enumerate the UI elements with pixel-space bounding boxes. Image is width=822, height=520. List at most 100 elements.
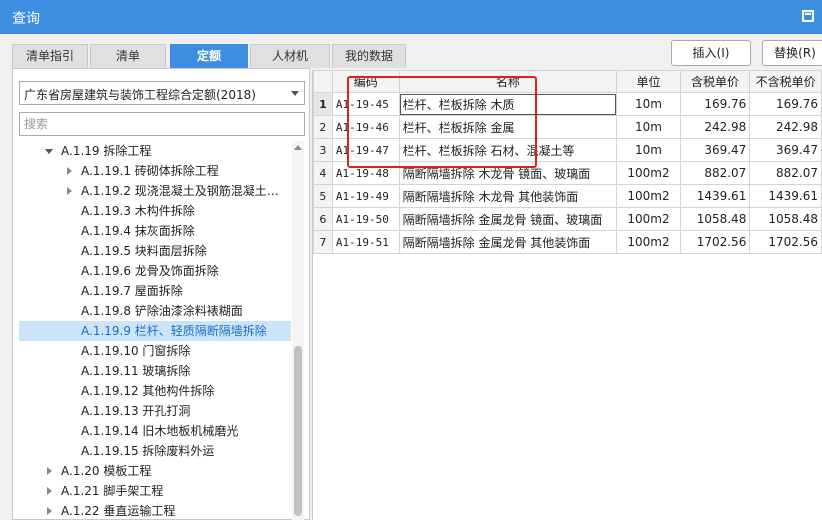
tree-item[interactable]: A.1.19.10 门窗拆除 <box>19 341 291 361</box>
expand-closed-icon[interactable] <box>47 487 52 495</box>
column-header-code[interactable]: 编码 <box>331 70 400 93</box>
cell-price-notax[interactable]: 1439.61 <box>749 184 822 208</box>
row-number[interactable]: 6 <box>313 207 333 231</box>
cell-price-tax[interactable]: 242.98 <box>679 115 751 139</box>
tree-item[interactable]: A.1.19.6 龙骨及饰面拆除 <box>19 261 291 281</box>
table-row[interactable]: 7 A1-19-51 隔断隔墙拆除 金属龙骨 其他装饰面 100m2 1702.… <box>313 230 822 254</box>
results-grid: 编码 名称 单位 含税单价 不含税单价 1 A1-19-45 栏杆、栏板拆除 木… <box>312 70 822 520</box>
column-header-unit[interactable]: 单位 <box>616 70 681 93</box>
table-row[interactable]: 6 A1-19-50 隔断隔墙拆除 金属龙骨 镜面、玻璃面 100m2 1058… <box>313 207 822 231</box>
tab-quota[interactable]: 定额 <box>170 44 248 68</box>
row-number[interactable]: 3 <box>313 138 333 162</box>
tree-item[interactable]: A.1.19.4 抹灰面拆除 <box>19 221 291 241</box>
search-input[interactable] <box>19 112 305 136</box>
tree-scrollbar[interactable] <box>292 141 304 520</box>
table-row[interactable]: 4 A1-19-48 隔断隔墙拆除 木龙骨 镜面、玻璃面 100m2 882.0… <box>313 161 822 185</box>
scroll-up-icon[interactable] <box>294 145 302 150</box>
cell-price-notax[interactable]: 1702.56 <box>749 230 822 254</box>
tree-item[interactable]: A.1.19.13 开孔打洞 <box>19 401 291 421</box>
cell-name[interactable]: 隔断隔墙拆除 金属龙骨 其他装饰面 <box>398 230 618 254</box>
expand-closed-icon[interactable] <box>67 187 72 195</box>
cell-code[interactable]: A1-19-47 <box>331 138 400 162</box>
cell-price-notax[interactable]: 242.98 <box>749 115 822 139</box>
cell-price-notax[interactable]: 882.07 <box>749 161 822 185</box>
cell-price-tax[interactable]: 1439.61 <box>679 184 751 208</box>
category-tree: A.1.19 拆除工程 A.1.19.1 砖砌体拆除工程 A.1.19.2 现浇… <box>19 141 291 520</box>
cell-name[interactable]: 隔断隔墙拆除 木龙骨 镜面、玻璃面 <box>398 161 618 185</box>
tree-item[interactable]: A.1.22 垂直运输工程 <box>19 501 291 520</box>
tree-item[interactable]: A.1.19.1 砖砌体拆除工程 <box>19 161 291 181</box>
cell-unit[interactable]: 10m <box>616 92 681 116</box>
tree-item[interactable]: A.1.19.12 其他构件拆除 <box>19 381 291 401</box>
tab-list-guide[interactable]: 清单指引 <box>12 44 88 68</box>
expand-closed-icon[interactable] <box>47 467 52 475</box>
tree-item[interactable]: A.1.19.11 玻璃拆除 <box>19 361 291 381</box>
row-number[interactable]: 7 <box>313 230 333 254</box>
maximize-icon[interactable] <box>802 10 814 22</box>
cell-code[interactable]: A1-19-46 <box>331 115 400 139</box>
insert-button[interactable]: 插入(I) <box>671 40 751 66</box>
expand-closed-icon[interactable] <box>67 167 72 175</box>
tree-item[interactable]: A.1.19.2 现浇混凝土及钢筋混凝土… <box>19 181 291 201</box>
tree-item[interactable]: A.1.21 脚手架工程 <box>19 481 291 501</box>
row-number[interactable]: 2 <box>313 115 333 139</box>
column-header-price-notax[interactable]: 不含税单价 <box>749 70 822 93</box>
table-row[interactable]: 2 A1-19-46 栏杆、栏板拆除 金属 10m 242.98 242.98 <box>313 115 822 139</box>
cell-name[interactable]: 隔断隔墙拆除 金属龙骨 镜面、玻璃面 <box>398 207 618 231</box>
cell-unit[interactable]: 10m <box>616 115 681 139</box>
tab-my-data[interactable]: 我的数据 <box>332 44 406 68</box>
cell-name[interactable]: 栏杆、栏板拆除 金属 <box>398 115 618 139</box>
library-select-value: 广东省房屋建筑与装饰工程综合定额(2018) <box>24 88 256 102</box>
expand-open-icon[interactable] <box>45 149 53 154</box>
tree-item[interactable]: A.1.20 模板工程 <box>19 461 291 481</box>
cell-price-notax[interactable]: 369.47 <box>749 138 822 162</box>
cell-name[interactable]: 隔断隔墙拆除 木龙骨 其他装饰面 <box>398 184 618 208</box>
cell-name[interactable]: 栏杆、栏板拆除 木质 <box>398 92 618 116</box>
cell-name[interactable]: 栏杆、栏板拆除 石材、混凝土等 <box>398 138 618 162</box>
expand-closed-icon[interactable] <box>47 507 52 515</box>
scrollbar-thumb[interactable] <box>294 346 302 516</box>
cell-price-tax[interactable]: 1702.56 <box>679 230 751 254</box>
cell-code[interactable]: A1-19-51 <box>331 230 400 254</box>
cell-price-tax[interactable]: 882.07 <box>679 161 751 185</box>
replace-button[interactable]: 替换(R) <box>762 40 822 66</box>
cell-price-notax[interactable]: 1058.48 <box>749 207 822 231</box>
table-row[interactable]: 1 A1-19-45 栏杆、栏板拆除 木质 10m 169.76 169.76 <box>313 92 822 116</box>
cell-unit[interactable]: 10m <box>616 138 681 162</box>
tree-item[interactable]: A.1.19.15 拆除废料外运 <box>19 441 291 461</box>
cell-unit[interactable]: 100m2 <box>616 184 681 208</box>
row-number[interactable]: 1 <box>313 92 333 116</box>
tab-list[interactable]: 清单 <box>90 44 166 68</box>
tree-item[interactable]: A.1.19.14 旧木地板机械磨光 <box>19 421 291 441</box>
cell-unit[interactable]: 100m2 <box>616 230 681 254</box>
table-header-row: 编码 名称 单位 含税单价 不含税单价 <box>313 70 822 93</box>
tree-item-selected[interactable]: A.1.19.9 栏杆、轻质隔断隔墙拆除 <box>19 321 291 341</box>
column-header-price-tax[interactable]: 含税单价 <box>679 70 751 93</box>
cell-price-notax[interactable]: 169.76 <box>749 92 822 116</box>
row-number[interactable]: 4 <box>313 161 333 185</box>
cell-price-tax[interactable]: 369.47 <box>679 138 751 162</box>
tree-item[interactable]: A.1.19.8 铲除油漆涂料裱糊面 <box>19 301 291 321</box>
left-panel: 广东省房屋建筑与装饰工程综合定额(2018) A.1.19 拆除工程 A.1.1… <box>12 68 310 520</box>
tree-item[interactable]: A.1.19.3 木构件拆除 <box>19 201 291 221</box>
table-row[interactable]: 3 A1-19-47 栏杆、栏板拆除 石材、混凝土等 10m 369.47 36… <box>313 138 822 162</box>
quota-table: 编码 名称 单位 含税单价 不含税单价 1 A1-19-45 栏杆、栏板拆除 木… <box>313 70 822 254</box>
cell-code[interactable]: A1-19-50 <box>331 207 400 231</box>
cell-code[interactable]: A1-19-49 <box>331 184 400 208</box>
cell-code[interactable]: A1-19-45 <box>331 92 400 116</box>
table-row[interactable]: 5 A1-19-49 隔断隔墙拆除 木龙骨 其他装饰面 100m2 1439.6… <box>313 184 822 208</box>
tree-item[interactable]: A.1.19 拆除工程 <box>19 141 291 161</box>
tab-materials[interactable]: 人材机 <box>250 44 330 68</box>
cell-unit[interactable]: 100m2 <box>616 161 681 185</box>
library-select[interactable]: 广东省房屋建筑与装饰工程综合定额(2018) <box>19 81 305 105</box>
cell-price-tax[interactable]: 169.76 <box>679 92 751 116</box>
window-title: 查询 <box>12 11 40 27</box>
cell-code[interactable]: A1-19-48 <box>331 161 400 185</box>
cell-unit[interactable]: 100m2 <box>616 207 681 231</box>
tree-item[interactable]: A.1.19.5 块料面层拆除 <box>19 241 291 261</box>
cell-price-tax[interactable]: 1058.48 <box>679 207 751 231</box>
row-number[interactable]: 5 <box>313 184 333 208</box>
column-header-name[interactable]: 名称 <box>398 70 618 93</box>
tree-item[interactable]: A.1.19.7 屋面拆除 <box>19 281 291 301</box>
chevron-down-icon <box>291 91 299 96</box>
